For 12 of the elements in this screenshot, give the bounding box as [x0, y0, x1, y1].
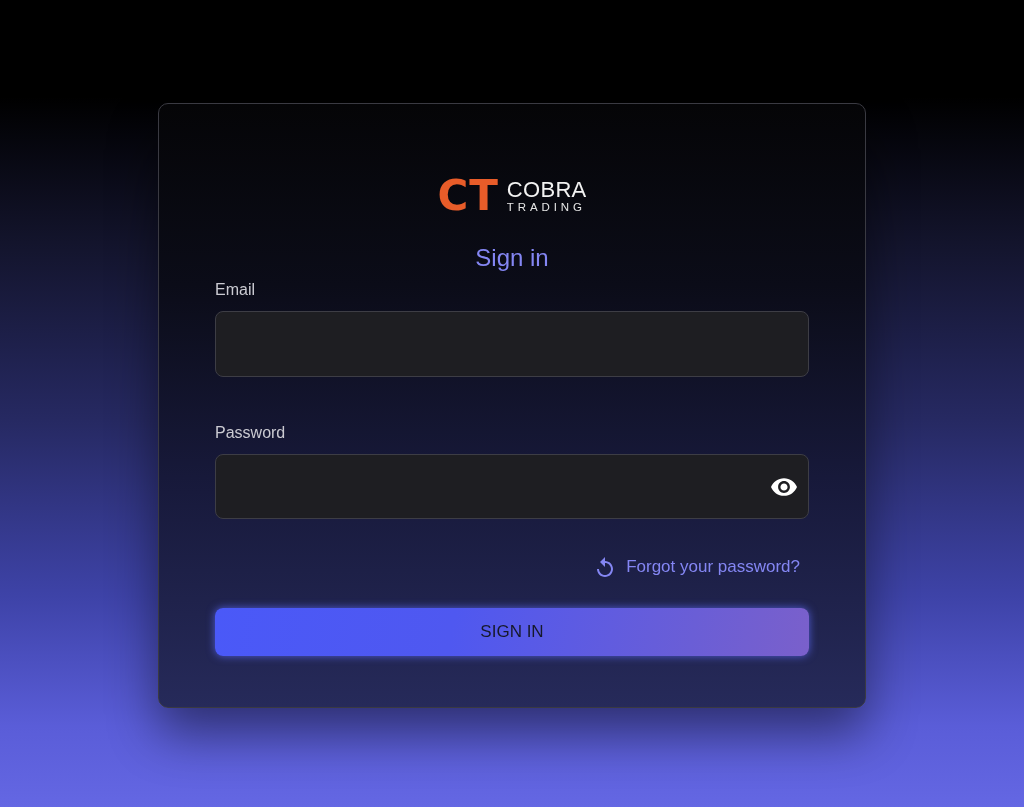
password-field[interactable]: [215, 454, 809, 519]
sign-in-button[interactable]: SIGN IN: [215, 608, 809, 656]
field-label: Password: [215, 423, 287, 443]
brand-name: COBRA: [506, 179, 587, 200]
brand-tagline: TRADING: [506, 200, 586, 213]
field-label: Email: [215, 280, 256, 300]
page-title: Sign in: [475, 243, 549, 273]
brand-mark: CT: [437, 175, 499, 217]
circular-arrow-icon: [597, 557, 614, 577]
email-field[interactable]: [215, 311, 809, 377]
eye-icon[interactable]: [771, 477, 797, 496]
forgot-password-link[interactable]: Forgot your password?: [597, 556, 800, 578]
